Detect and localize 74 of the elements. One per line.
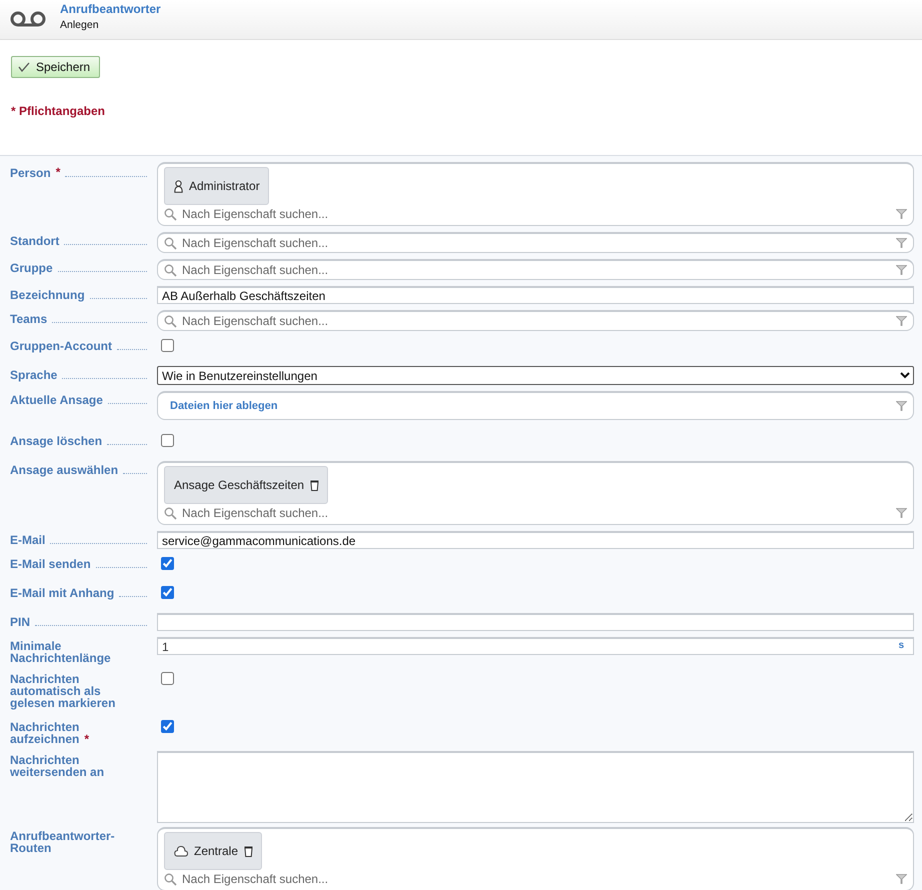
text-field[interactable]: AB Außerhalb Geschäftszeiten <box>157 286 914 304</box>
check-icon <box>18 62 30 72</box>
dropdown[interactable]: Wie in Benutzereinstellungen <box>157 366 914 385</box>
search-select-field[interactable]: Administrator Nach Eigenschaft suchen... <box>157 162 914 226</box>
search-select-field[interactable]: Nach Eigenschaft suchen... <box>157 259 914 280</box>
checkbox[interactable] <box>161 672 174 685</box>
field-label: Nachrichten automatisch als gelesen markieren <box>10 672 116 710</box>
filter-icon <box>896 316 907 326</box>
file-drop-zone[interactable]: Dateien hier ablegen <box>157 391 914 420</box>
search-icon <box>164 236 177 250</box>
selected-tag[interactable]: Administrator <box>164 167 269 205</box>
person-icon <box>174 180 183 192</box>
field-label: Anrufbeantworter-Routen <box>10 829 115 855</box>
search-icon <box>164 314 177 328</box>
search-input[interactable]: Nach Eigenschaft suchen... <box>182 506 891 520</box>
filter-icon <box>896 238 907 248</box>
field-label: Sprache <box>10 369 58 381</box>
search-input[interactable]: Nach Eigenschaft suchen... <box>182 263 891 277</box>
field-label: Teams <box>10 313 48 325</box>
filter-icon <box>896 209 907 219</box>
cloud-icon <box>174 845 188 857</box>
field-label: E-Mail <box>10 534 46 546</box>
filter-icon <box>896 265 907 275</box>
search-select-field[interactable]: Zentrale Nach Eigenschaft suchen... <box>157 827 914 890</box>
field-label: E-Mail mit Anhang <box>10 587 114 599</box>
search-icon <box>164 264 177 276</box>
search-icon <box>164 208 177 220</box>
tag-label: Ansage Geschäftszeiten <box>174 478 304 492</box>
unit-label: s <box>898 640 904 651</box>
field-label: Gruppen-Account <box>10 340 112 352</box>
field-label: E-Mail senden <box>10 558 91 570</box>
field-label: PIN <box>10 616 30 628</box>
page-subtitle: Anlegen <box>60 19 100 31</box>
search-select-field[interactable]: Nach Eigenschaft suchen... <box>157 232 914 253</box>
required-mark: * <box>56 165 60 179</box>
field-label: Standort <box>10 235 60 247</box>
save-button[interactable]: Speichern <box>11 56 100 78</box>
selected-tag[interactable]: Ansage Geschäftszeiten <box>164 466 328 504</box>
checkbox[interactable] <box>161 434 174 447</box>
field-label: Gruppe <box>10 262 53 274</box>
required-mark: * <box>84 732 90 746</box>
search-input[interactable]: Nach Eigenschaft suchen... <box>182 207 891 221</box>
search-input[interactable]: Nach Eigenschaft suchen... <box>182 236 891 250</box>
search-select-field[interactable]: Nach Eigenschaft suchen... <box>157 310 914 331</box>
tag-label: Zentrale <box>194 844 238 858</box>
voicemail-icon <box>10 10 46 30</box>
drop-hint: Dateien hier ablegen <box>170 400 279 412</box>
checkbox[interactable] <box>161 586 174 599</box>
field-label: Aktuelle Ansage <box>10 394 103 406</box>
field-label: Nachrichten aufzeichnen <box>10 720 80 746</box>
filter-icon <box>896 874 907 884</box>
checkbox[interactable] <box>161 557 174 570</box>
field-label: Bezeichnung <box>10 289 85 301</box>
filter-icon <box>896 401 907 411</box>
search-input[interactable]: Nach Eigenschaft suchen... <box>182 314 891 328</box>
field-label: Ansage löschen <box>10 435 102 447</box>
search-select-field[interactable]: Ansage Geschäftszeiten Nach Eigenschaft suchen... <box>157 461 914 525</box>
selected-tag[interactable]: Zentrale <box>164 832 262 870</box>
field-label: Person <box>10 167 51 179</box>
text-field[interactable]: service@gammacommunications.de <box>157 531 914 549</box>
trash-icon[interactable] <box>244 846 254 856</box>
field-label: Minimale Nachrichtenlänge <box>10 639 111 665</box>
trash-icon[interactable] <box>310 480 320 490</box>
search-icon <box>164 872 177 886</box>
field-label: Nachrichten weitersenden an <box>10 753 104 779</box>
field-label: Ansage auswählen <box>10 464 118 476</box>
filter-icon <box>896 508 907 518</box>
page-title: Anrufbeantworter <box>60 2 161 16</box>
search-icon <box>164 506 177 520</box>
checkbox[interactable] <box>161 720 174 733</box>
required-note: * Pflichtangaben <box>11 104 106 118</box>
tag-label: Administrator <box>189 179 260 193</box>
search-input[interactable]: Nach Eigenschaft suchen... <box>182 872 891 886</box>
checkbox[interactable] <box>161 339 174 352</box>
